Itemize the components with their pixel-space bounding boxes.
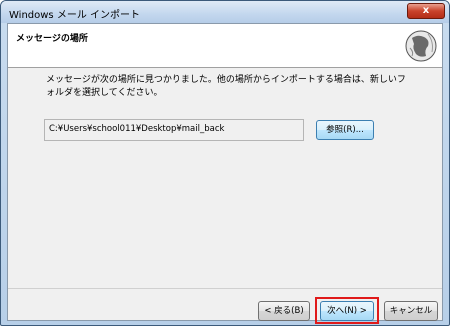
next-button-highlight xyxy=(315,297,379,324)
import-dialog-window: Windows メール インポート x メッセージの場所 メッセージが次の場所に… xyxy=(0,0,450,326)
description-text: メッセージが次の場所に見つかりました。他の場所からインポートする場合は、新しいフ… xyxy=(46,75,406,98)
title-bar[interactable]: Windows メール インポート x xyxy=(1,1,449,23)
browse-button[interactable]: 参照(R)... xyxy=(316,120,374,140)
close-icon: x xyxy=(422,5,430,16)
back-button[interactable]: < 戻る(B) xyxy=(258,301,310,321)
wizard-globe-icon xyxy=(404,28,438,64)
folder-path-field: C:¥Users¥school011¥Desktop¥mail_back xyxy=(44,119,304,141)
close-button[interactable]: x xyxy=(407,3,445,19)
window-title: Windows メール インポート xyxy=(9,10,140,21)
wizard-client-area: メッセージの場所 メッセージが次の場所に見つかりました。他の場所からインポートす… xyxy=(7,23,443,324)
footer-divider xyxy=(8,288,442,289)
cancel-button[interactable]: キャンセル xyxy=(384,301,438,321)
page-title: メッセージの場所 xyxy=(16,34,88,44)
wizard-header: メッセージの場所 xyxy=(8,24,442,68)
